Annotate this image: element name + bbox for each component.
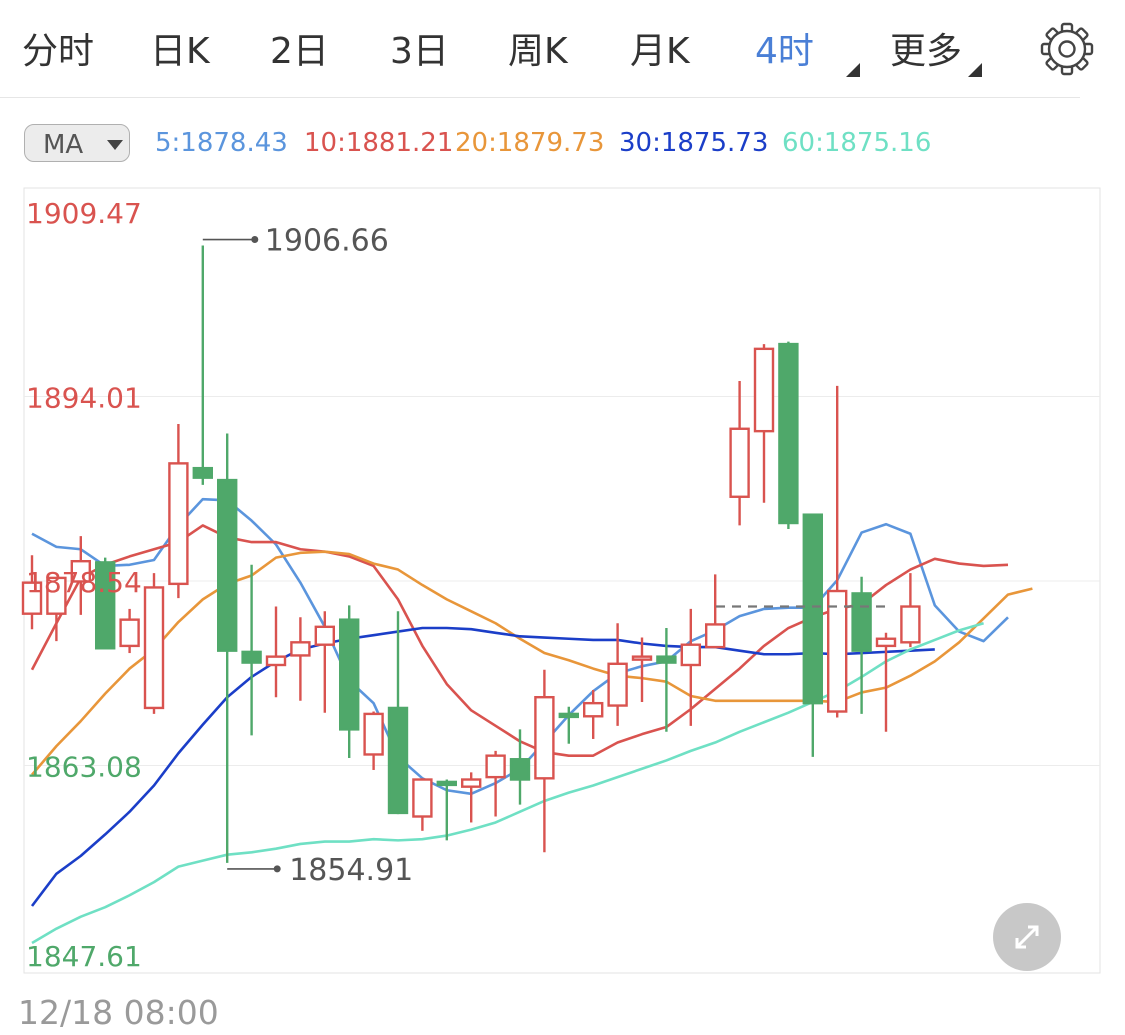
y-tick-label: 1909.47 (26, 197, 142, 230)
candle-body (900, 605, 921, 644)
candle-body (680, 643, 701, 667)
y-axis-labels: 1909.47 1894.01 1878.54 1863.08 1847.61 (26, 197, 142, 973)
y-tick-label: 1863.08 (26, 750, 142, 783)
candle (314, 611, 335, 713)
low-price-label: 1854.91 (289, 853, 413, 888)
candle-body (265, 655, 287, 667)
candle-body (461, 778, 482, 788)
candle-body (216, 478, 238, 652)
candle (729, 381, 750, 526)
candle-body (509, 758, 531, 781)
candle (558, 706, 579, 744)
candle-body (387, 706, 409, 815)
candle-body (729, 427, 750, 498)
candle-body (168, 462, 189, 586)
high-price-label: 1906.66 (265, 224, 389, 259)
candle (436, 779, 457, 841)
candle-body (314, 625, 335, 646)
candle (827, 385, 848, 718)
candle-body (534, 695, 555, 780)
candle (143, 573, 165, 714)
candle-body (241, 650, 262, 664)
candle (680, 608, 701, 726)
candle-body (339, 618, 360, 731)
candle (168, 423, 189, 599)
candle (509, 729, 531, 805)
candle (412, 778, 433, 831)
y-tick-label: 1894.01 (26, 381, 142, 414)
candle (705, 574, 726, 649)
candle-body (851, 592, 872, 652)
candle (216, 433, 238, 863)
candle-body (583, 701, 604, 718)
ma-line-30 (30, 626, 935, 907)
candle-body (875, 637, 897, 648)
candle (851, 576, 872, 714)
candle-body (607, 662, 628, 707)
candle-body (290, 641, 311, 657)
candle-body (192, 466, 214, 479)
candle-body (363, 712, 384, 756)
candle (461, 772, 482, 823)
expand-icon (1015, 925, 1039, 949)
high-marker-dot (251, 236, 259, 244)
candle (534, 669, 555, 853)
candle (192, 245, 214, 485)
candle-body (827, 589, 848, 713)
candle (778, 341, 799, 529)
y-tick-label: 1847.61 (26, 940, 142, 973)
low-marker-dot (273, 865, 281, 873)
candle (753, 344, 775, 503)
candle (485, 750, 506, 817)
candle-body (631, 655, 653, 661)
candle (339, 605, 360, 759)
candle (290, 617, 311, 701)
candle (875, 632, 897, 732)
candle-body (436, 780, 457, 787)
candle-body (705, 623, 726, 649)
candle-body (485, 754, 506, 779)
candle-body (412, 778, 433, 818)
y-tick-label: 1878.54 (26, 566, 142, 599)
candle (363, 711, 384, 770)
candle-body (143, 586, 165, 710)
expand-button[interactable] (993, 903, 1061, 971)
candle-body (778, 342, 799, 525)
candle (607, 623, 628, 726)
candle (387, 611, 409, 815)
candle (802, 513, 823, 757)
candle (265, 606, 287, 698)
candle (241, 564, 262, 736)
candle-body (558, 712, 579, 719)
candle-body (119, 618, 140, 648)
candle (631, 637, 653, 702)
candle-body (802, 513, 823, 705)
candle-body (753, 347, 775, 433)
candlestick-chart[interactable]: 1906.66 1854.91 1909.47 1894.01 1878.54 1863… (0, 0, 1125, 1035)
candle-body (656, 655, 677, 664)
candle (119, 608, 140, 654)
start-time-label: 12/18 08:00 (18, 993, 219, 1032)
candle (900, 573, 921, 648)
